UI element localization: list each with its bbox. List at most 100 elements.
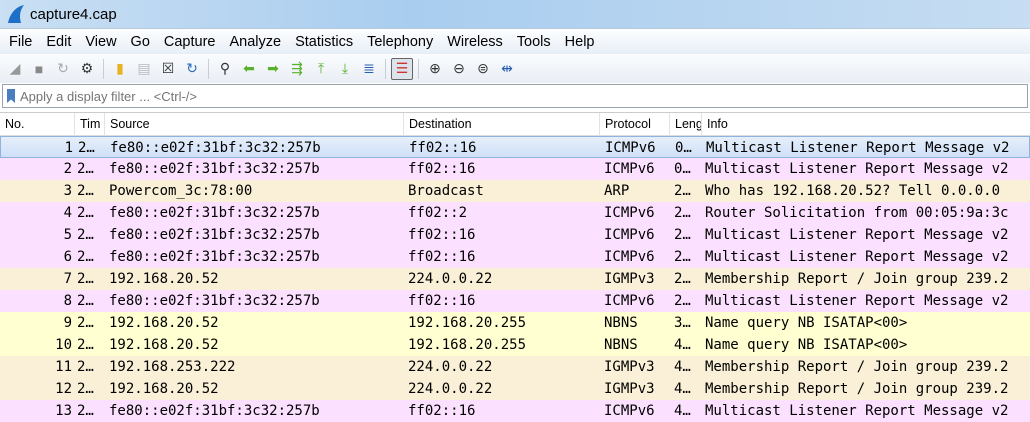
packet-time: 2… [77,249,94,265]
column-header-source[interactable]: Source [105,113,404,136]
go-last-icon[interactable]: ⤓ [334,58,356,80]
packet-info: Router Solicitation from 00:05:9a:3c [705,205,1009,221]
menu-wireless[interactable]: Wireless [440,34,510,50]
packet-row[interactable]: 2 2… fe80::e02f:31bf:3c32:257b ff02::16 ICMP… [0,158,1030,180]
start-capture-icon[interactable]: ◢ [4,58,26,80]
packet-destination: ff02::16 [408,161,476,177]
bookmark-icon[interactable] [7,89,15,103]
packet-destination: 224.0.0.22 [408,381,493,397]
menu-view[interactable]: View [78,34,123,50]
packet-time: 2… [77,315,94,331]
packet-number: 4 [63,205,72,221]
packet-protocol: IGMPv3 [604,271,655,287]
display-filter-input[interactable] [20,88,1027,104]
menu-go[interactable]: Go [124,34,157,50]
packet-number: 10 [55,337,72,353]
menu-edit[interactable]: Edit [39,34,78,50]
column-header-no[interactable]: No. [0,113,75,136]
packet-protocol: ICMPv6 [604,249,655,265]
go-forward-icon[interactable]: ➡ [262,58,284,80]
open-file-icon[interactable]: ▮ [109,58,131,80]
packet-number: 3 [63,183,72,199]
toolbar-separator [103,58,104,79]
packet-destination: Broadcast [408,183,484,199]
restart-capture-icon[interactable]: ↻ [52,58,74,80]
packet-time: 2… [77,227,94,243]
packet-source: 192.168.20.52 [109,315,219,331]
save-file-icon[interactable]: ▤ [133,58,155,80]
go-first-icon[interactable]: ⤒ [310,58,332,80]
packet-protocol: ICMPv6 [604,205,655,221]
capture-options-icon[interactable]: ⚙ [76,58,98,80]
packet-source: 192.168.20.52 [109,271,219,287]
packet-row[interactable]: 8 2… fe80::e02f:31bf:3c32:257b ff02::16 ICMP… [0,290,1030,312]
menu-analyze[interactable]: Analyze [222,34,288,50]
packet-row[interactable]: 10 2… 192.168.20.52 192.168.20.255 NBNS 4… Nam… [0,334,1030,356]
packet-info: Membership Report / Join group 239.2 [705,359,1009,375]
packet-source: Powercom_3c:78:00 [109,183,253,199]
packet-destination: 224.0.0.22 [408,359,493,375]
packet-number: 12 [55,381,72,397]
window-title: capture4.cap [30,5,117,23]
packet-time: 2… [77,381,94,397]
packet-row[interactable]: 9 2… 192.168.20.52 192.168.20.255 NBNS 3… Name… [0,312,1030,334]
stop-capture-icon[interactable]: ■ [28,58,50,80]
packet-number: 9 [63,315,72,331]
packet-protocol: NBNS [604,315,638,331]
packet-protocol: ICMPv6 [604,403,655,419]
colorize-icon[interactable]: ☰ [391,57,413,80]
zoom-normal-icon[interactable]: ⊜ [472,58,494,80]
column-header-protocol[interactable]: Protocol [600,113,670,136]
menu-capture[interactable]: Capture [157,34,223,50]
packet-number: 13 [55,403,72,419]
column-header-destination[interactable]: Destination [404,113,600,136]
packet-length: 4… [674,359,691,375]
column-header-time[interactable]: Tim [75,113,105,136]
go-back-icon[interactable]: ⬅ [238,58,260,80]
packet-number: 8 [63,293,72,309]
packet-source: 192.168.253.222 [109,359,236,375]
resize-columns-icon[interactable]: ⇹ [496,58,518,80]
packet-length: 2… [674,205,691,221]
packet-source: fe80::e02f:31bf:3c32:257b [109,161,320,177]
toolbar-separator [385,58,386,79]
go-to-packet-icon[interactable]: ⇶ [286,58,308,80]
find-packet-icon[interactable]: ⚲ [214,58,236,80]
packet-row[interactable]: 7 2… 192.168.20.52 224.0.0.22 IGMPv3 2… Member… [0,268,1030,290]
packet-source: fe80::e02f:31bf:3c32:257b [109,249,320,265]
packet-row[interactable]: 5 2… fe80::e02f:31bf:3c32:257b ff02::16 ICMP… [0,224,1030,246]
packet-time: 2… [77,337,94,353]
packet-length: 2… [674,227,691,243]
packet-info: Membership Report / Join group 239.2 [705,271,1009,287]
packet-row[interactable]: 1 2… fe80::e02f:31bf:3c32:257b ff02::16 ICMP… [0,136,1030,158]
reload-file-icon[interactable]: ↻ [181,58,203,80]
packet-time: 2… [77,183,94,199]
packet-row[interactable]: 13 2… fe80::e02f:31bf:3c32:257b ff02::16 ICM… [0,400,1030,422]
column-header-length[interactable]: Leng [670,113,702,136]
auto-scroll-icon[interactable]: ≣ [358,58,380,80]
menu-help[interactable]: Help [558,34,602,50]
menu-statistics[interactable]: Statistics [288,34,360,50]
packet-source: 192.168.20.52 [109,381,219,397]
packet-length: 4… [674,403,691,419]
packet-row[interactable]: 3 2… Powercom_3c:78:00 Broadcast ARP 2… Who ha… [0,180,1030,202]
menu-telephony[interactable]: Telephony [360,34,440,50]
packet-protocol: ARP [604,183,630,199]
toolbar-separator [208,58,209,79]
packet-number: 11 [55,359,72,375]
packet-number: 5 [63,227,72,243]
packet-time: 2… [77,293,94,309]
packet-length: 3… [674,315,691,331]
packet-row[interactable]: 6 2… fe80::e02f:31bf:3c32:257b ff02::16 ICMP… [0,246,1030,268]
packet-row[interactable]: 4 2… fe80::e02f:31bf:3c32:257b ff02::2 ICMPv… [0,202,1030,224]
zoom-in-icon[interactable]: ⊕ [424,58,446,80]
packet-row[interactable]: 12 2… 192.168.20.52 224.0.0.22 IGMPv3 4… Membe… [0,378,1030,400]
close-file-icon[interactable]: ☒ [157,58,179,80]
zoom-out-icon[interactable]: ⊖ [448,58,470,80]
menu-file[interactable]: File [2,34,39,50]
packet-row[interactable]: 11 2… 192.168.253.222 224.0.0.22 IGMPv3 4… Mem… [0,356,1030,378]
title-bar: capture4.cap [0,0,1030,28]
menu-tools[interactable]: Tools [510,34,558,50]
column-header-info[interactable]: Info [702,113,1030,136]
toolbar-separator [418,58,419,79]
